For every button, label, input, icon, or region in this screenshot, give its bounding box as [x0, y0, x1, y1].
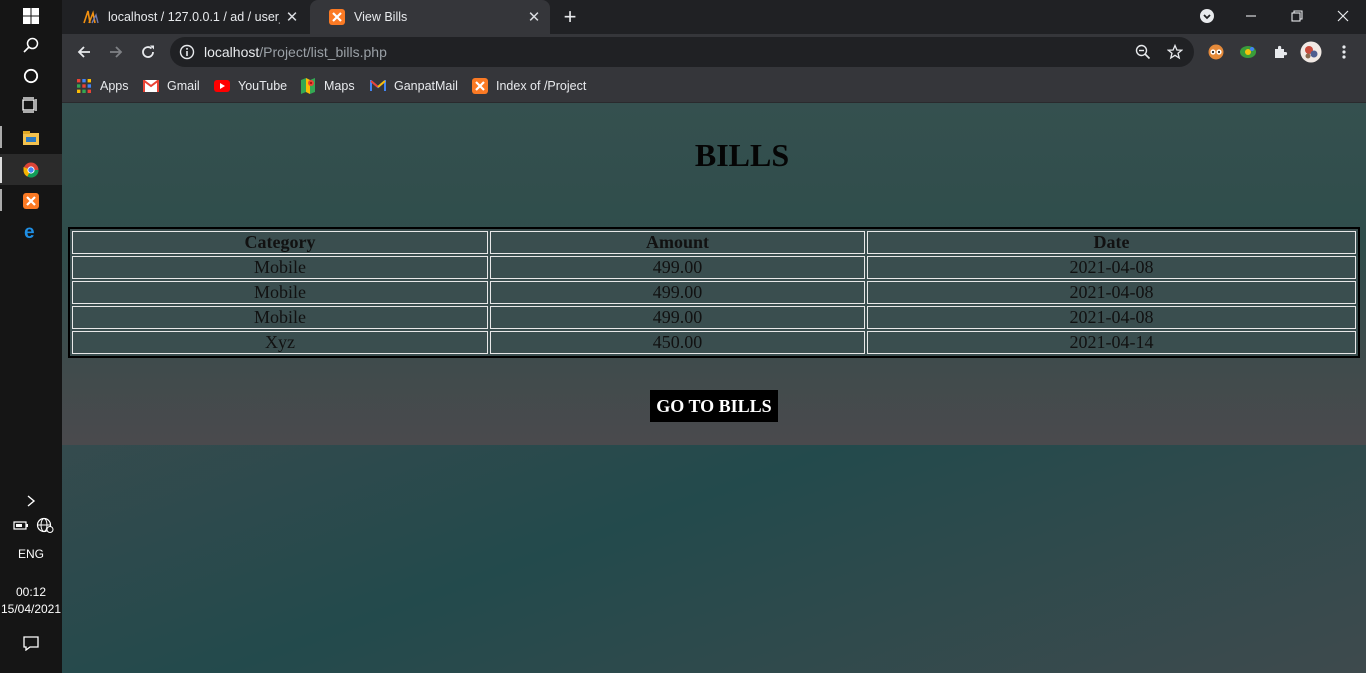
chrome-menu-icon[interactable] [1333, 41, 1355, 63]
tab-title: View Bills [354, 10, 408, 24]
close-tab-icon[interactable]: ✕ [284, 9, 300, 26]
cell-category: Mobile [72, 256, 488, 279]
bookmarks-bar: Apps Gmail YouTube Maps GanpatMail Index… [62, 70, 1366, 103]
extension-eyes-icon[interactable] [1205, 41, 1227, 63]
maps-icon [300, 78, 316, 94]
bookmark-maps[interactable]: Maps [300, 76, 355, 96]
action-center-icon[interactable] [0, 627, 62, 658]
table-row: Xyz 450.00 2021-04-14 [72, 331, 1356, 354]
cell-amount: 499.00 [490, 256, 866, 279]
go-to-bills-button[interactable]: GO TO BILLS [650, 390, 778, 422]
forward-arrow-icon[interactable] [102, 38, 130, 66]
battery-icon[interactable] [13, 518, 29, 532]
bookmark-label: Apps [100, 79, 129, 93]
clock-time[interactable]: 00:12 [0, 584, 62, 600]
youtube-icon [214, 78, 230, 94]
windows-taskbar: e ENG 00:12 15/04/2021 [0, 0, 62, 673]
xampp-taskbar-icon[interactable] [0, 185, 62, 216]
cortana-icon[interactable] [0, 60, 62, 91]
new-tab-plus-icon[interactable]: + [558, 4, 582, 29]
cell-amount: 499.00 [490, 306, 866, 329]
xampp-icon [329, 9, 345, 25]
zoom-out-icon[interactable] [1135, 44, 1151, 60]
windows-start-icon[interactable] [0, 0, 62, 31]
page-title: BILLS [694, 137, 790, 173]
address-bar[interactable]: localhost/Project/list_bills.php [170, 37, 1194, 67]
tab-phpmyadmin[interactable]: localhost / 127.0.0.1 / ad / user_l ✕ [64, 0, 308, 34]
extension-green-icon[interactable] [1237, 41, 1259, 63]
column-header-amount: Amount [490, 231, 866, 254]
tab-search-icon[interactable] [1184, 0, 1230, 32]
bookmark-gmail[interactable]: Gmail [143, 76, 200, 96]
cell-date: 2021-04-14 [867, 331, 1356, 354]
gmail-icon [143, 78, 159, 94]
network-globe-icon[interactable] [36, 517, 54, 533]
clock-date[interactable]: 15/04/2021 [0, 601, 62, 617]
back-arrow-icon[interactable] [70, 38, 98, 66]
tab-strip: localhost / 127.0.0.1 / ad / user_l ✕ Vi… [62, 0, 1366, 34]
table-header-row: Category Amount Date [72, 231, 1356, 254]
mail-icon [370, 78, 386, 94]
cell-amount: 450.00 [490, 331, 866, 354]
phpmyadmin-icon [83, 9, 99, 25]
bookmark-index-project[interactable]: Index of /Project [472, 76, 586, 96]
chrome-taskbar-icon[interactable] [0, 154, 62, 185]
profile-avatar[interactable] [1300, 41, 1322, 63]
table-row: Mobile 499.00 2021-04-08 [72, 281, 1356, 304]
table-row: Mobile 499.00 2021-04-08 [72, 306, 1356, 329]
bookmark-label: GanpatMail [394, 79, 458, 93]
bookmark-label: Gmail [167, 79, 200, 93]
task-view-icon[interactable] [0, 89, 62, 120]
bills-table: Category Amount Date Mobile 499.00 2021-… [68, 227, 1360, 358]
bookmark-youtube[interactable]: YouTube [214, 76, 287, 96]
extensions-puzzle-icon[interactable] [1269, 41, 1291, 63]
page-viewport: BILLS Category Amount Date Mobile 499.00… [62, 103, 1366, 673]
url-text[interactable]: localhost/Project/list_bills.php [204, 44, 387, 60]
table-row: Mobile 499.00 2021-04-08 [72, 256, 1356, 279]
bookmark-label: Index of /Project [496, 79, 587, 93]
browser-toolbar: localhost/Project/list_bills.php [62, 34, 1366, 70]
bookmark-ganpatmail[interactable]: GanpatMail [370, 76, 458, 96]
search-icon[interactable] [0, 29, 62, 60]
edge-icon[interactable]: e [0, 215, 62, 246]
site-info-icon[interactable] [179, 44, 195, 60]
reload-icon[interactable] [134, 38, 162, 66]
file-explorer-icon[interactable] [0, 122, 62, 153]
language-indicator[interactable]: ENG [0, 546, 62, 562]
cell-amount: 499.00 [490, 281, 866, 304]
cell-category: Mobile [72, 306, 488, 329]
xampp-icon [472, 78, 488, 94]
tab-view-bills[interactable]: View Bills ✕ [310, 0, 550, 34]
cell-category: Xyz [72, 331, 488, 354]
svg-text:e: e [24, 223, 35, 239]
apps-grid-icon [76, 78, 92, 94]
close-window-icon[interactable] [1320, 0, 1366, 32]
bookmark-apps[interactable]: Apps [76, 76, 129, 96]
tab-title: localhost / 127.0.0.1 / ad / user_l [108, 10, 280, 24]
cell-date: 2021-04-08 [867, 306, 1356, 329]
bookmark-star-icon[interactable] [1166, 43, 1184, 60]
bookmark-label: Maps [324, 79, 355, 93]
column-header-date: Date [867, 231, 1356, 254]
bookmark-label: YouTube [238, 79, 288, 93]
minimize-icon[interactable] [1228, 0, 1274, 32]
cell-category: Mobile [72, 281, 488, 304]
url-path: /Project/list_bills.php [259, 44, 387, 60]
column-header-category: Category [72, 231, 488, 254]
close-tab-icon[interactable]: ✕ [526, 9, 542, 26]
browser-window: localhost / 127.0.0.1 / ad / user_l ✕ Vi… [62, 0, 1366, 103]
url-host: localhost [204, 44, 260, 60]
cell-date: 2021-04-08 [867, 281, 1356, 304]
restore-icon[interactable] [1274, 0, 1320, 32]
cell-date: 2021-04-08 [867, 256, 1356, 279]
chevron-up-icon[interactable] [0, 485, 62, 516]
